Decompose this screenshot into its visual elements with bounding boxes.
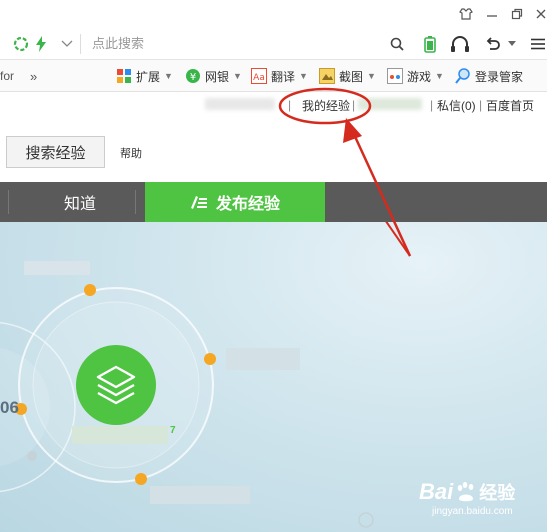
toolbar-translate[interactable]: Aa 翻译 ▼ [251,66,308,86]
orange-node [135,473,147,485]
undo-dropdown-icon[interactable] [507,34,517,54]
search-row: 搜索经验 帮助 [0,118,547,182]
search-experience-button[interactable]: 搜索经验 [6,136,105,168]
toolbar-games-label: 游戏 [407,69,432,84]
toolbar-login-manager-label: 登录管家 [475,69,524,84]
blurred-link [358,98,422,110]
orange-node [84,284,96,296]
my-experience-link[interactable]: 我的经验 [302,97,350,114]
baidu-home-link[interactable]: 百度首页 [486,97,534,114]
svg-text:¥: ¥ [190,72,196,83]
toolbar-banking[interactable]: ¥ 网银 ▼ [185,66,242,86]
chevron-down-icon: ▼ [233,71,242,81]
toolbar-login-manager[interactable]: 登录管家 [455,66,523,86]
grey-node [358,512,374,528]
toolbar-screenshot[interactable]: 截图 ▼ [319,66,376,86]
orange-node [204,353,216,365]
toolbar-banking-label: 网银 [205,69,230,84]
toolbar-extensions[interactable]: 扩展 ▼ [116,66,173,86]
partial-number: 06 [0,398,19,417]
pen-list-icon [190,194,208,210]
blurred-label [150,486,250,504]
separator: | [430,98,434,112]
toolbar-translate-label: 翻译 [271,69,296,84]
blurred-label [226,348,300,370]
headphones-icon[interactable] [448,34,472,54]
blurred-label [24,261,90,275]
chevron-down-icon: ▼ [367,71,376,81]
separator: | [288,98,292,112]
baidu-watermark: Bai 经验 [419,479,515,505]
blurred-label [72,426,168,444]
banking-icon: ¥ [185,68,201,84]
battery-icon[interactable] [422,34,438,54]
hero-banner: 06 7 Bai 经验 jingyan.baidu.com [0,222,547,532]
messages-link[interactable]: 私信(0) [437,97,476,114]
lightning-icon[interactable] [33,34,49,54]
truncated-bookmark[interactable]: for [0,66,14,86]
nav-divider [135,190,136,214]
extensions-icon [116,68,132,84]
nav-divider [8,190,9,214]
watermark-url: jingyan.baidu.com [432,506,513,517]
security-icon[interactable] [12,34,30,54]
grey-node [27,451,37,461]
separator: | [352,98,356,112]
annotation-arrow-line [385,222,411,257]
search-input[interactable]: 点此搜索 [84,33,374,55]
svg-text:Aa: Aa [253,73,265,83]
screenshot-icon [319,68,335,84]
nav-bar: 知道 发布经验 [0,182,547,222]
title-bar [0,0,547,28]
close-icon[interactable] [530,4,547,24]
chevron-down-icon: ▼ [164,71,173,81]
translate-icon: Aa [251,68,267,84]
games-icon [387,68,403,84]
undo-icon[interactable] [482,34,504,54]
paw-icon [455,482,477,502]
partial-green-number: 7 [170,425,176,436]
restore-icon[interactable] [506,4,528,24]
toolbar-games[interactable]: 游戏 ▼ [387,66,444,86]
toolbar-screenshot-label: 截图 [339,69,364,84]
toolbar-extensions-label: 扩展 [136,69,161,84]
publish-experience-label: 发布经验 [215,196,280,213]
watermark-brand: Bai [419,479,454,504]
separator: | [479,98,483,112]
address-bar: 点此搜索 [0,28,547,60]
address-divider [80,34,81,54]
blurred-username [205,98,275,110]
magnifier-key-icon [455,68,471,84]
bookmark-toolbar: for » 扩展 ▼ ¥ 网银 ▼ Aa 翻译 ▼ 截图 ▼ 游戏 ▼ 登录管家 [0,60,547,92]
publish-experience-button[interactable]: 发布经验 [145,182,325,222]
menu-icon[interactable] [530,34,546,54]
watermark-brand2: 经验 [479,483,516,503]
search-icon[interactable] [388,34,406,54]
skin-icon[interactable] [455,4,477,24]
chevron-down-icon: ▼ [299,71,308,81]
dropdown-icon[interactable] [58,34,76,54]
overflow-chevron[interactable]: » [30,66,37,86]
help-link[interactable]: 帮助 [120,145,142,161]
chevron-down-icon: ▼ [435,71,444,81]
tab-zhidao[interactable]: 知道 [40,182,120,222]
layers-circle [76,345,156,425]
top-links-bar: | 我的经验 | | 私信(0) | 百度首页 [0,92,547,118]
minimize-icon[interactable] [481,4,503,24]
